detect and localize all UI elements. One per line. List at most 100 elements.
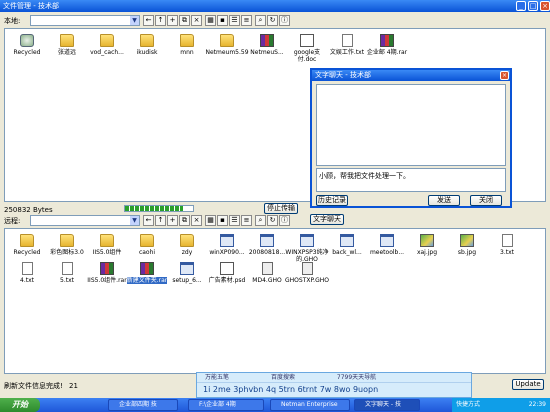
list-view-icon[interactable]: ☰ [229, 215, 240, 226]
copy-icon[interactable]: ⧉ [179, 215, 190, 226]
folder-icon [20, 234, 34, 247]
file-item[interactable]: back_wl... [325, 234, 369, 256]
rar-icon [380, 34, 394, 47]
taskbar-task[interactable]: Netman Enterprise [270, 399, 350, 411]
ime-candidates[interactable]: 1i 2me 3phvbn 4q 5trn 6trnt 7w 8wo 9uopn [197, 383, 471, 397]
file-item[interactable]: IIS5.0组件.rar [85, 262, 129, 284]
details-view-icon[interactable]: ≡ [241, 15, 252, 26]
back-icon[interactable]: ← [143, 15, 154, 26]
refresh-icon[interactable]: ↻ [267, 215, 278, 226]
small-icons-icon[interactable]: ▪ [217, 15, 228, 26]
file-item[interactable]: 3.txt [485, 234, 529, 256]
file-item[interactable]: Recycled [5, 234, 49, 256]
file-item[interactable]: google支付.doc [285, 34, 329, 63]
history-button[interactable]: 历史记录 [316, 195, 348, 206]
ime-candidate-bar: 万能五笔 百度搜索 7799天天导航 1i 2me 3phvbn 4q 5trn… [196, 372, 472, 398]
doc-icon [220, 262, 234, 275]
file-item[interactable]: ikudisk [125, 34, 169, 56]
list-view-icon[interactable]: ☰ [229, 15, 240, 26]
stop-transfer-button[interactable]: 停止传输 [264, 203, 298, 214]
remote-path-combo[interactable]: ▼ [30, 215, 140, 226]
taskbar-task[interactable]: 企业部四期 技 [108, 399, 178, 411]
large-icons-icon[interactable]: ▦ [205, 15, 216, 26]
file-name: ikudisk [136, 49, 158, 56]
folder-icon [220, 34, 234, 47]
close-button[interactable]: × [540, 1, 550, 11]
file-item[interactable]: mnn [165, 34, 209, 56]
file-item[interactable]: vod_cach... [85, 34, 129, 56]
file-item[interactable]: 文娱工作.txt [325, 34, 369, 56]
exe-icon [180, 262, 194, 275]
transfer-progress [124, 205, 194, 212]
ime-tab[interactable]: 百度搜索 [271, 374, 295, 381]
gho-icon [261, 262, 273, 275]
file-item[interactable]: 彩色图标3.0 [45, 234, 89, 256]
update-button[interactable]: Update [512, 379, 544, 390]
file-item[interactable]: winXP090... [205, 234, 249, 256]
file-item[interactable]: 张道远 [45, 34, 89, 56]
file-item[interactable]: MD4.GHO [245, 262, 289, 284]
local-path-combo[interactable]: ▼ [30, 15, 140, 26]
small-icons-icon[interactable]: ▪ [217, 215, 228, 226]
file-item[interactable]: caohi [125, 234, 169, 256]
chat-history-box[interactable] [316, 84, 506, 166]
tray-shortcut-label[interactable]: 快捷方式 [456, 401, 480, 408]
minimize-button[interactable]: _ [516, 1, 526, 11]
file-name: back_wl... [332, 249, 362, 256]
copy-icon[interactable]: ⧉ [179, 15, 190, 26]
file-item[interactable]: sb.jpg [445, 234, 489, 256]
properties-icon[interactable]: ⓘ [279, 215, 290, 226]
delete-icon[interactable]: × [191, 15, 202, 26]
properties-icon[interactable]: ⓘ [279, 15, 290, 26]
file-item[interactable]: Recycled [5, 34, 49, 56]
file-item[interactable]: WINXPSP3纯净的.GHO [285, 234, 329, 263]
file-item[interactable]: meetoolb... [365, 234, 409, 256]
file-item[interactable]: 企业邮 4期.rar [365, 34, 409, 56]
file-item[interactable]: 20080818... [245, 234, 289, 256]
taskbar-task[interactable]: F:\企业部 4期 [188, 399, 264, 411]
up-folder-icon[interactable]: ↑ [155, 215, 166, 226]
file-item[interactable]: zdy [165, 234, 209, 256]
search-icon[interactable]: ⌕ [255, 15, 266, 26]
text-chat-button[interactable]: 文字聊天 [310, 214, 344, 225]
file-item[interactable]: 5.txt [45, 262, 89, 284]
file-item[interactable]: 4.txt [5, 262, 49, 284]
window-title-bar[interactable]: 文件管理 - 技术部 [0, 0, 550, 12]
chat-message-input[interactable]: 小顾，帮我把文件处理一下。 [316, 168, 506, 192]
file-item[interactable]: IIS5.0组件 [85, 234, 129, 256]
file-item[interactable]: 广告素材.psd [205, 262, 249, 284]
file-item[interactable]: 新建文件夹.rar [125, 262, 169, 284]
chat-title-bar[interactable]: 文字聊天 - 技术部 [312, 70, 510, 81]
exe-icon [260, 234, 274, 247]
file-item[interactable]: NetmeuS... [245, 34, 289, 56]
folder-icon [60, 234, 74, 247]
back-icon[interactable]: ← [143, 215, 154, 226]
up-folder-icon[interactable]: ↑ [155, 15, 166, 26]
file-item[interactable]: setup_6... [165, 262, 209, 284]
send-button[interactable]: 发送 [428, 195, 460, 206]
delete-icon[interactable]: × [191, 215, 202, 226]
file-item[interactable]: GHOSTXP.GHO [285, 262, 329, 284]
remote-file-pane[interactable]: Recycled 彩色图标3.0 IIS5.0组件 caohi zdy winXP090.… [4, 228, 546, 374]
exe-icon [380, 234, 394, 247]
details-view-icon[interactable]: ≡ [241, 215, 252, 226]
chevron-down-icon[interactable]: ▼ [130, 216, 139, 225]
taskbar-task[interactable]: 文字聊天 - 技 [354, 399, 420, 411]
large-icons-icon[interactable]: ▦ [205, 215, 216, 226]
chat-close-icon[interactable]: × [500, 71, 509, 80]
search-icon[interactable]: ⌕ [255, 215, 266, 226]
close-chat-button[interactable]: 关闭 [470, 195, 502, 206]
file-item[interactable]: Netmeum5.59 [205, 34, 249, 56]
ime-tab[interactable]: 7799天天导航 [337, 374, 376, 381]
chevron-down-icon[interactable]: ▼ [130, 16, 139, 25]
file-name: IIS5.0组件.rar [87, 277, 127, 284]
file-item[interactable]: xaj.jpg [405, 234, 449, 256]
refresh-icon[interactable]: ↻ [267, 15, 278, 26]
new-folder-icon[interactable]: + [167, 15, 178, 26]
ime-tab[interactable]: 万能五笔 [205, 374, 229, 381]
new-folder-icon[interactable]: + [167, 215, 178, 226]
file-name: IIS5.0组件 [92, 249, 122, 256]
maximize-button[interactable]: □ [528, 1, 538, 11]
folder-icon [140, 34, 154, 47]
start-button[interactable]: 开始 [0, 398, 40, 412]
